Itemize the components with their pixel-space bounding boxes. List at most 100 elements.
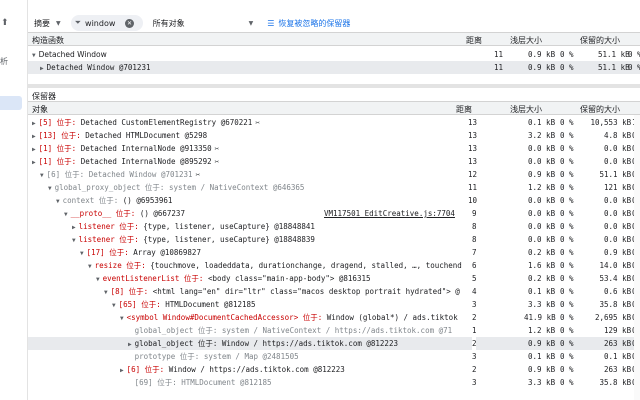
collapsed-triangle-icon[interactable]: ▶ — [32, 159, 36, 166]
class-filter[interactable]: ⏷ ✕ — [70, 15, 143, 31]
object-select[interactable]: 所有对象 ▼ — [147, 15, 260, 31]
retained-size: 263 kB — [604, 365, 632, 374]
retainer-row[interactable]: ▼ [17] 位于: Array @10869827 7 0.2 kB 0 % 0.9 k… — [28, 246, 640, 259]
retainer-row[interactable]: ▶global_object 位于: system / NativeContex… — [28, 324, 640, 337]
retainer-row[interactable]: ▼ global_proxy_object 位于: system / Native… — [28, 181, 640, 194]
object-name: Detached Window @701231 — [46, 63, 151, 72]
distance: 11 — [468, 183, 478, 192]
expanded-triangle-icon[interactable]: ▼ — [48, 185, 52, 192]
distance: 9 — [472, 209, 477, 218]
expanded-triangle-icon[interactable]: ▼ — [56, 198, 60, 205]
col-object[interactable]: 对象 — [32, 104, 48, 115]
shallow-size: 0.0 kB — [528, 235, 556, 244]
clear-filter-icon[interactable]: ✕ — [125, 18, 135, 28]
collapsed-triangle-icon[interactable]: ▶ — [72, 224, 76, 231]
retainer-row[interactable]: ▼ <symbol Window#DocumentCachedAccessor> … — [28, 311, 640, 324]
collapsed-triangle-icon[interactable]: ▶ — [128, 341, 132, 348]
retained-size: 0.0 kB — [604, 144, 632, 153]
restore-ignored-retainers-link[interactable]: ☰ 恢复被忽略的保留器 — [267, 18, 350, 29]
retainer-row[interactable]: ▶ [1] 位于: Detached InternalNode @913350 ✂ 1… — [28, 142, 640, 155]
panel-splitter[interactable] — [28, 84, 640, 88]
retainer-object: system / Map @2481505 — [203, 352, 299, 361]
shallow-pct: 0 % — [560, 183, 574, 192]
expanded-triangle-icon[interactable]: ▼ — [112, 302, 116, 309]
retained-size: 51.1 kB — [599, 170, 632, 179]
retainer-edge: listener 位于: — [78, 222, 139, 231]
constructor-row-selected[interactable]: ▶ Detached Window @701231 11 0.9 kB 0 % 5… — [28, 61, 640, 74]
expanded-triangle-icon[interactable]: ▼ — [32, 52, 36, 59]
retainer-row[interactable]: ▼ __proto__ 位于: () @667237 VM117501 EditCr… — [28, 207, 640, 220]
distance: 10 — [468, 196, 478, 205]
collapsed-triangle-icon[interactable]: ▶ — [40, 65, 44, 72]
retainer-row[interactable]: ▶[69] 位于: HTMLDocument @81218533.3 kB0 %… — [28, 376, 640, 389]
detached-scissors-icon: ✂ — [255, 118, 260, 127]
view-select[interactable]: 摘要 ▼ — [28, 15, 67, 31]
retainer-row[interactable]: ▶ [6] 位于: Window / https://ads.tiktok.com… — [28, 363, 640, 376]
collapsed-triangle-icon[interactable]: ▶ — [32, 146, 36, 153]
retainer-edge: [6] 位于: — [46, 170, 85, 179]
chevron-down-icon: ▼ — [56, 19, 61, 27]
retainer-row[interactable]: ▼ eventListenerList 位于: <body class="main… — [28, 272, 640, 285]
retainer-object: {type, listener, useCapture} @18848839 — [143, 235, 315, 244]
view-select-label: 摘要 — [34, 18, 50, 28]
retainer-row[interactable]: ▶ listener 位于: {type, listener, useCaptur… — [28, 220, 640, 233]
col-distance[interactable]: 距离 — [466, 35, 482, 46]
retainer-edge: context 位于: — [62, 196, 119, 205]
constructor-row[interactable]: ▼ Detached Window 11 0.9 kB 0 % 51.1 kB 0… — [28, 48, 640, 61]
retainer-object: {touchmove, loadeddata, durationchange, … — [150, 261, 462, 270]
col-retained[interactable]: 保留的大小 — [580, 35, 620, 46]
col-shallow[interactable]: 浅层大小 — [510, 104, 542, 115]
collapsed-triangle-icon[interactable]: ▶ — [32, 133, 36, 140]
chevron-down-icon: ▼ — [248, 19, 254, 27]
expanded-triangle-icon[interactable]: ▼ — [88, 263, 92, 270]
col-distance[interactable]: 距离 — [456, 104, 472, 115]
retainer-object: () @6953961 — [122, 196, 173, 205]
expanded-triangle-icon[interactable]: ▼ — [72, 237, 76, 244]
retained-size: 35.8 kB — [599, 378, 632, 387]
expanded-triangle-icon[interactable]: ▼ — [64, 211, 68, 218]
collapsed-triangle-icon[interactable]: ▶ — [120, 367, 124, 374]
selected-profile-item[interactable] — [0, 96, 22, 110]
shallow-pct: 0 % — [560, 157, 574, 166]
retainer-row[interactable]: ▼ [65] 位于: HTMLDocument @812185 3 3.3 kB 0 %… — [28, 298, 640, 311]
retainer-row[interactable]: ▶ [5] 位于: Detached CustomElementRegistry … — [28, 116, 640, 129]
shallow-size: 0.0 kB — [528, 222, 556, 231]
filter-input[interactable] — [85, 18, 126, 28]
expanded-triangle-icon[interactable]: ▼ — [80, 250, 84, 257]
retainer-row[interactable]: ▼ [8] 位于: <html lang="en" dir="ltr" class… — [28, 285, 640, 298]
shallow-size: 3.3 kB — [528, 378, 556, 387]
retainer-object: Array @10869827 — [133, 248, 201, 257]
source-link[interactable]: VM117501 EditCreative.js:7704 — [324, 207, 455, 220]
retainer-edge: [17] 位于: — [86, 248, 129, 257]
shallow-size: 3.2 kB — [528, 131, 556, 140]
shallow-size: 1.6 kB — [528, 261, 556, 270]
shallow-pct: 0 % — [560, 365, 574, 374]
col-shallow[interactable]: 浅层大小 — [510, 35, 542, 46]
retainer-row[interactable]: ▶ global_object 位于: Window / https://ads.… — [28, 337, 640, 350]
retainer-row[interactable]: ▼ [6] 位于: Detached Window @701231 ✂ 12 0.9 k… — [28, 168, 640, 181]
distance: 13 — [468, 118, 478, 127]
retainer-row[interactable]: ▶ [13] 位于: Detached HTMLDocument @5298 13 3… — [28, 129, 640, 142]
expanded-triangle-icon[interactable]: ▼ — [120, 315, 124, 322]
retainer-row[interactable]: ▼ context 位于: () @6953961 10 0.0 kB 0 % 0.0 k… — [28, 194, 640, 207]
retainer-row[interactable]: ▶ [1] 位于: Detached InternalNode @895292 ✂ 1… — [28, 155, 640, 168]
expanded-triangle-icon[interactable]: ▼ — [96, 276, 100, 283]
retainer-row[interactable]: ▼ resize 位于: {touchmove, loadeddata, dura… — [28, 259, 640, 272]
col-constructor[interactable]: 构造函数 — [32, 35, 64, 46]
retained-size: 0.0 kB — [604, 235, 632, 244]
retainer-object: Detached CustomElementRegistry @670221 — [80, 118, 253, 127]
scrollbar[interactable] — [634, 115, 640, 400]
col-retained[interactable]: 保留的大小 — [580, 104, 620, 115]
retainer-object: system / NativeContext / https://ads.tik… — [221, 326, 453, 335]
collapsed-triangle-icon[interactable]: ▶ — [32, 120, 36, 127]
shallow-size: 0.1 kB — [528, 118, 556, 127]
expanded-triangle-icon[interactable]: ▼ — [104, 289, 108, 296]
upload-icon[interactable]: ⬆ — [1, 18, 9, 28]
retained-size: 0.1 kB — [604, 352, 632, 361]
retained-size: 14.0 kB — [599, 261, 632, 270]
expanded-triangle-icon[interactable]: ▼ — [40, 172, 44, 179]
retainer-row[interactable]: ▶prototype 位于: system / Map @248150530.1… — [28, 350, 640, 363]
distance: 13 — [468, 144, 478, 153]
retainer-edge: eventListenerList 位于: — [102, 274, 204, 283]
retainer-row[interactable]: ▼ listener 位于: {type, listener, useCaptur… — [28, 233, 640, 246]
